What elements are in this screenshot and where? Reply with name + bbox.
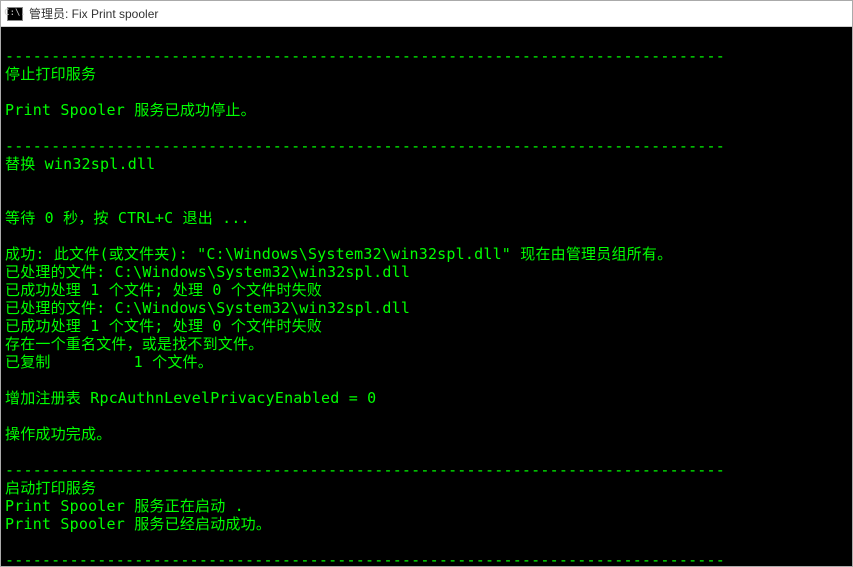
console-line: 停止打印服务	[5, 65, 848, 83]
console-window: C:\. 管理员: Fix Print spooler ------------…	[0, 0, 853, 567]
console-line: 已处理的文件: C:\Windows\System32\win32spl.dll	[5, 299, 848, 317]
console-line	[5, 29, 848, 47]
console-line	[5, 533, 848, 551]
console-line: Print Spooler 服务已经启动成功。	[5, 515, 848, 533]
cmd-icon: C:\.	[7, 7, 23, 21]
console-line	[5, 443, 848, 461]
console-line	[5, 371, 848, 389]
console-line	[5, 191, 848, 209]
console-line: 成功: 此文件(或文件夹): "C:\Windows\System32\win3…	[5, 245, 848, 263]
console-line: 存在一个重名文件，或是找不到文件。	[5, 335, 848, 353]
console-line: ----------------------------------------…	[5, 137, 848, 155]
console-line: 等待 0 秒，按 CTRL+C 退出 ...	[5, 209, 848, 227]
console-line	[5, 407, 848, 425]
console-line: ----------------------------------------…	[5, 47, 848, 65]
console-line	[5, 83, 848, 101]
console-line: ----------------------------------------…	[5, 461, 848, 479]
console-line: Print Spooler 服务已成功停止。	[5, 101, 848, 119]
console-line	[5, 119, 848, 137]
console-line	[5, 227, 848, 245]
console-line: 替换 win32spl.dll	[5, 155, 848, 173]
titlebar[interactable]: C:\. 管理员: Fix Print spooler	[1, 1, 852, 27]
console-line: 已成功处理 1 个文件; 处理 0 个文件时失败	[5, 317, 848, 335]
window-title: 管理员: Fix Print spooler	[29, 5, 158, 22]
console-line: 操作成功完成。	[5, 425, 848, 443]
console-line: 已处理的文件: C:\Windows\System32\win32spl.dll	[5, 263, 848, 281]
console-line: 已复制 1 个文件。	[5, 353, 848, 371]
console-line: ----------------------------------------…	[5, 551, 848, 566]
console-line: 已成功处理 1 个文件; 处理 0 个文件时失败	[5, 281, 848, 299]
console-line: 启动打印服务	[5, 479, 848, 497]
console-line: Print Spooler 服务正在启动 .	[5, 497, 848, 515]
console-output[interactable]: ----------------------------------------…	[1, 27, 852, 566]
console-line: 增加注册表 RpcAuthnLevelPrivacyEnabled = 0	[5, 389, 848, 407]
console-line	[5, 173, 848, 191]
